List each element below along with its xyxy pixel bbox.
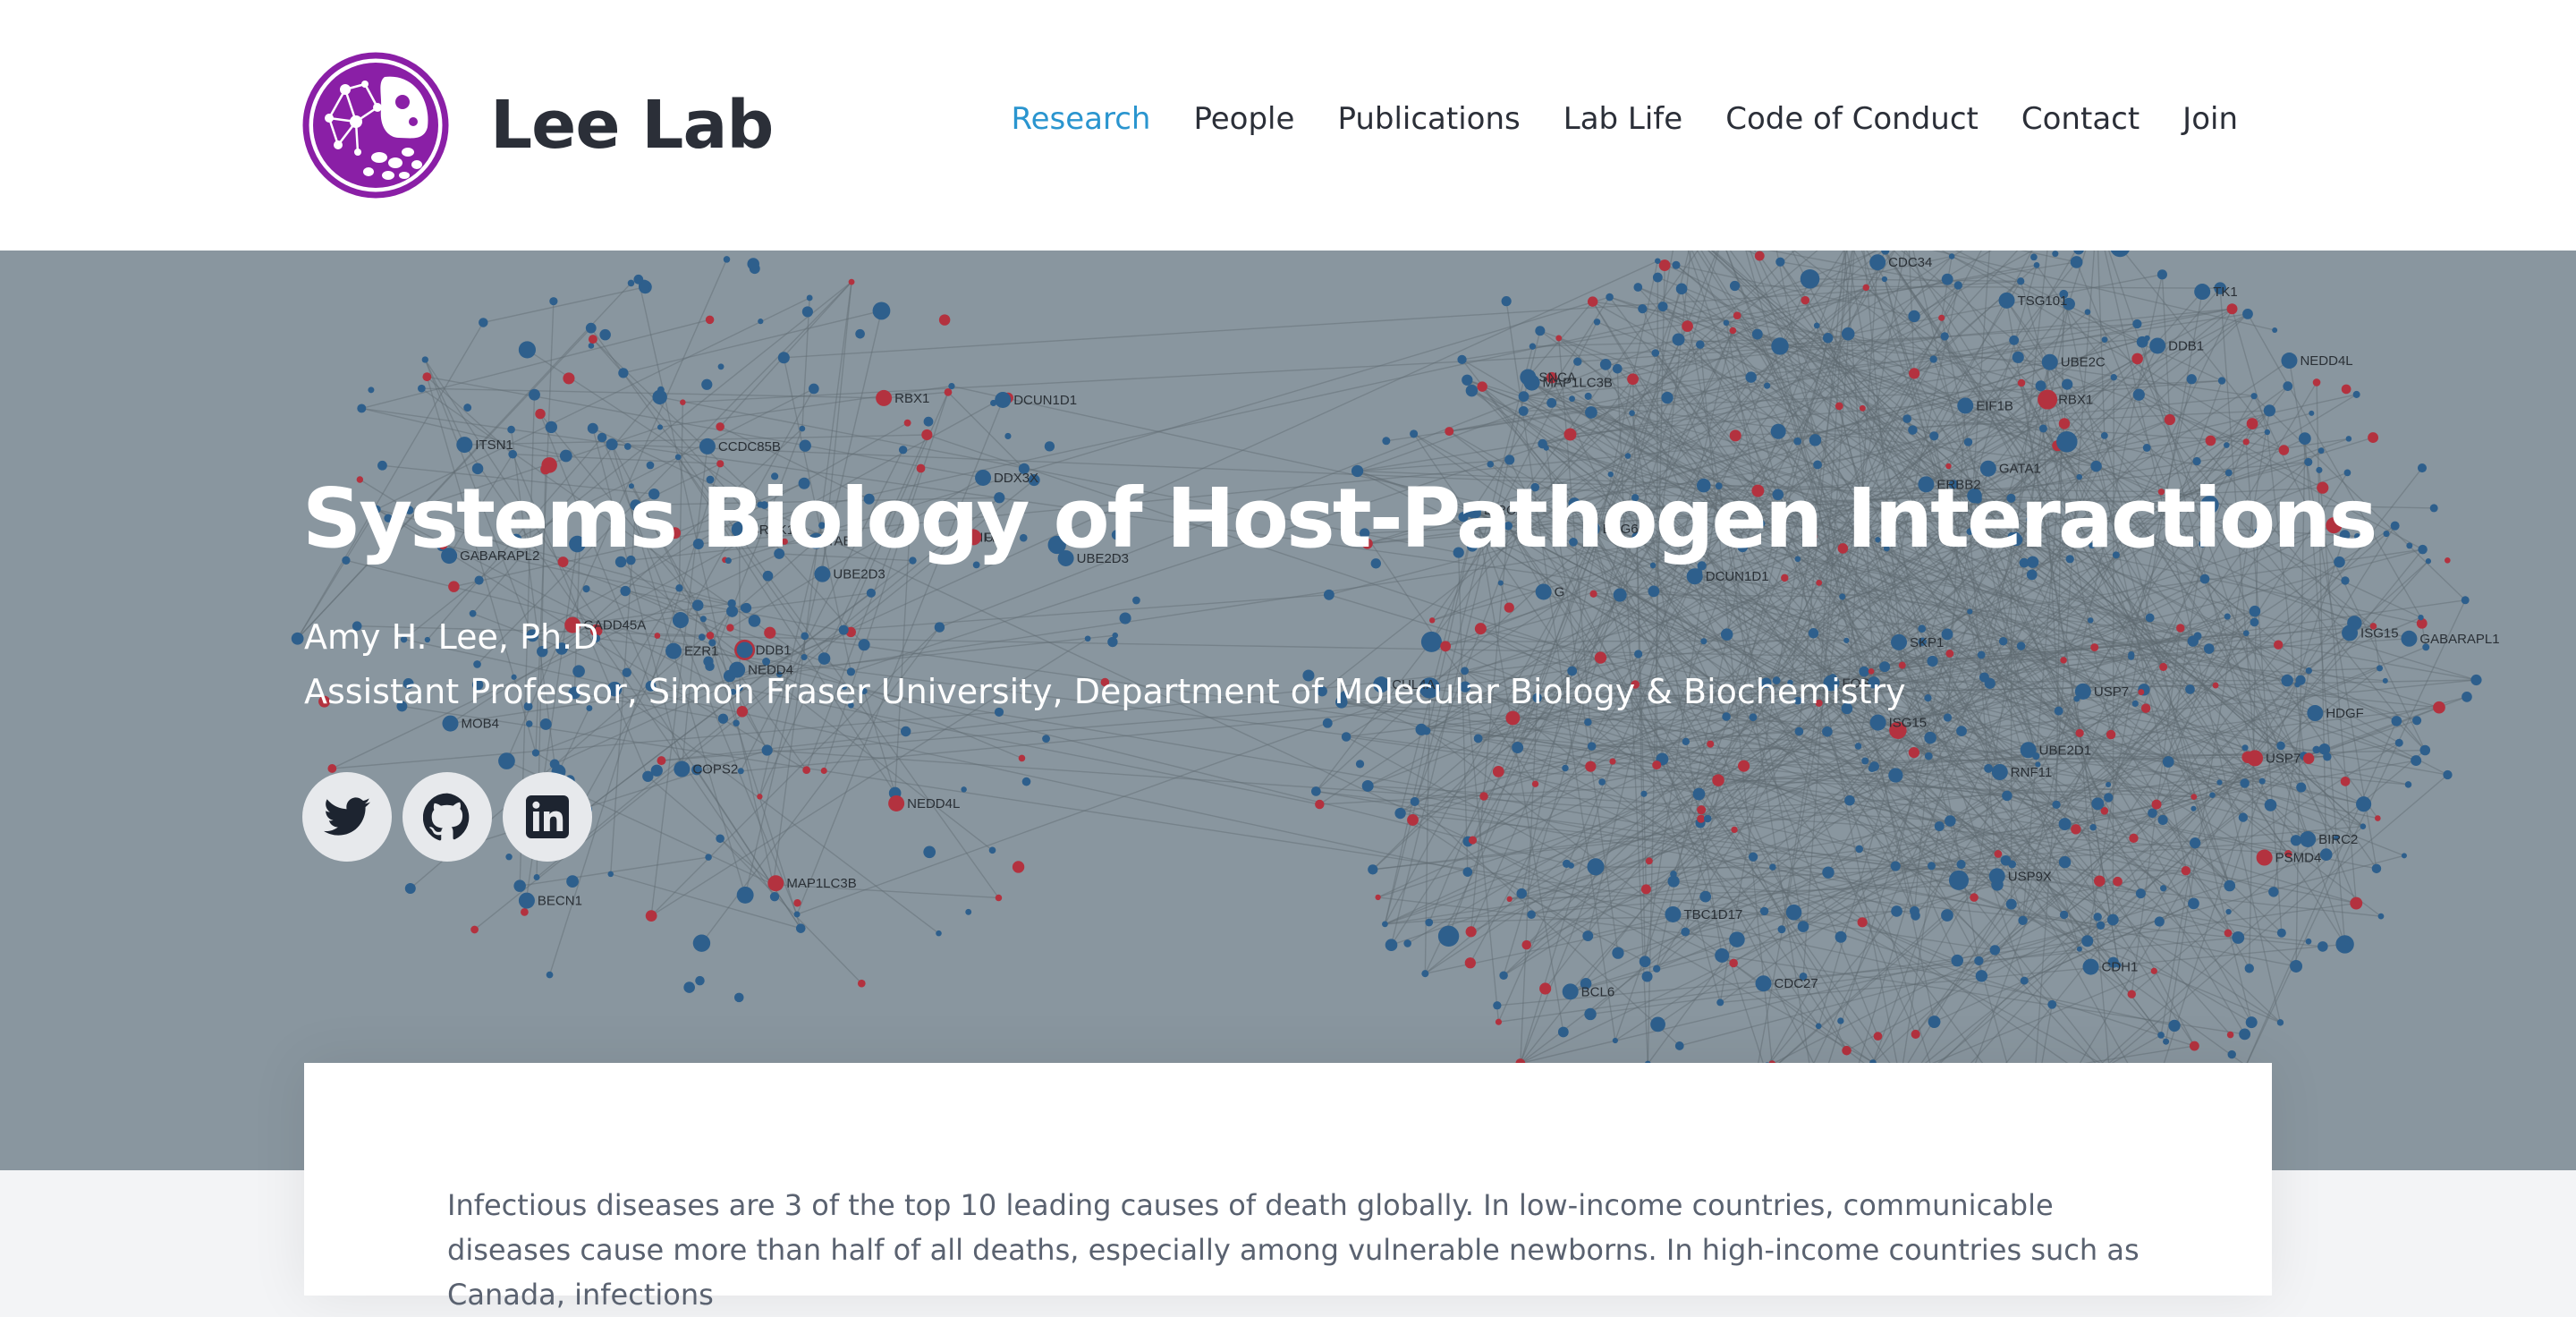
- network-node-label: G: [1555, 584, 1565, 599]
- main-nav: Research People Publications Lab Life Co…: [1012, 93, 2239, 145]
- network-node-label: COPS2: [692, 762, 738, 777]
- hero-banner: NEDD4LDCUN1D1UBE2D3GABARAPL2EZR1DDB1RBX1…: [0, 251, 2576, 1170]
- network-node-label: NEDD4L: [2300, 353, 2352, 369]
- network-node-label: RBX1: [894, 391, 929, 406]
- linkedin-icon: [526, 795, 569, 838]
- twitter-button[interactable]: [302, 772, 392, 862]
- network-node-label: SNCA: [1538, 370, 1576, 386]
- network-node-label: ISG15: [2360, 625, 2399, 641]
- lab-name[interactable]: Lee Lab: [490, 82, 773, 168]
- nav-publications[interactable]: Publications: [1337, 93, 1520, 145]
- network-node-label: BIRC2: [2318, 832, 2358, 847]
- network-node-label: DDB1: [2168, 338, 2204, 353]
- network-node-label: ITSN1: [475, 438, 513, 453]
- github-icon: [423, 793, 471, 841]
- network-node-label: CDC34: [1888, 255, 1932, 270]
- pi-position: Assistant Professor, Simon Fraser Univer…: [304, 667, 1906, 717]
- site-header: Lee Lab Research People Publications Lab…: [0, 0, 2576, 251]
- network-node-label: CDC27: [1775, 976, 1818, 991]
- hero-title: Systems Biology of Host-Pathogen Interac…: [302, 465, 2375, 573]
- twitter-icon: [324, 797, 370, 837]
- nav-lab-life[interactable]: Lab Life: [1563, 93, 1682, 145]
- network-node-label: GABARAPL1: [2419, 632, 2499, 647]
- network-node-label: EIF1B: [1976, 398, 2013, 413]
- network-node-label: ISG15: [1889, 716, 1928, 731]
- nav-research[interactable]: Research: [1012, 93, 1151, 145]
- network-node-label: UBE2C: [2061, 355, 2106, 370]
- network-node-label: USP7: [2094, 684, 2129, 700]
- github-button[interactable]: [402, 772, 492, 862]
- nav-contact[interactable]: Contact: [2021, 93, 2140, 145]
- network-node-label: BECN1: [538, 894, 582, 909]
- network-node-label: TK1: [2213, 285, 2238, 300]
- network-node-label: CCDC85B: [718, 439, 781, 455]
- linkedin-button[interactable]: [503, 772, 592, 862]
- network-node-label: BCL6: [1581, 984, 1615, 999]
- network-node-label: TSG101: [2018, 293, 2068, 309]
- network-node-label: USP7: [2266, 751, 2301, 766]
- network-node-label: RBX1: [2058, 393, 2093, 408]
- network-node-label: DDB1: [756, 642, 792, 658]
- social-links: [302, 772, 592, 862]
- network-node-label: TBC1D17: [1683, 907, 1742, 922]
- lab-logo-icon[interactable]: [302, 52, 449, 199]
- nav-code-of-conduct[interactable]: Code of Conduct: [1725, 93, 1979, 145]
- nav-people[interactable]: People: [1193, 93, 1294, 145]
- research-content-card: Infectious diseases are 3 of the top 10 …: [304, 1063, 2272, 1296]
- network-node-label: UBE2D1: [2039, 743, 2091, 758]
- network-node-label: CDH1: [2102, 960, 2139, 975]
- network-node-label: MAP1LC3B: [786, 876, 856, 891]
- network-node-label: USP9X: [2008, 869, 2052, 884]
- network-node-label: HDGF: [2326, 706, 2364, 721]
- nav-join[interactable]: Join: [2182, 93, 2238, 145]
- network-node-label: RNF11: [2011, 765, 2052, 780]
- network-node-label: PSMD4: [2275, 851, 2322, 866]
- network-node-label: DCUN1D1: [1013, 393, 1077, 408]
- network-node-label: NEDD4L: [907, 796, 960, 811]
- pi-name: Amy H. Lee, Ph.D: [304, 612, 598, 662]
- network-node-label: MOB4: [461, 717, 499, 732]
- network-node-label: EZR1: [684, 644, 718, 659]
- research-intro-text: Infectious diseases are 3 of the top 10 …: [447, 1183, 2147, 1317]
- network-node-label: SKP1: [1910, 635, 1944, 650]
